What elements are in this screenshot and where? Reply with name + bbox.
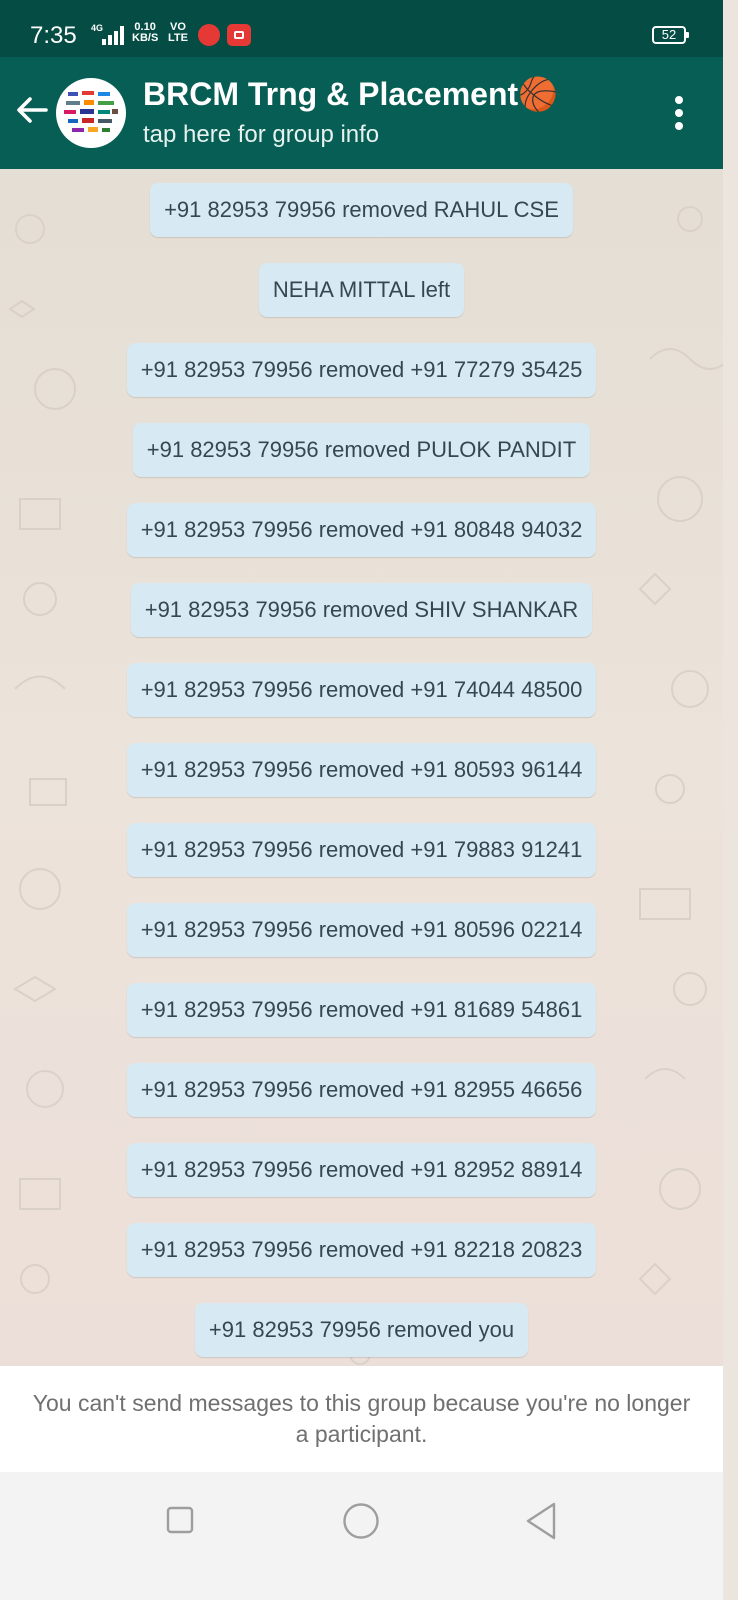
volte-bottom: LTE — [168, 32, 188, 44]
system-message: +91 82953 79956 removed SHIV SHANKAR — [130, 583, 593, 637]
speed-unit: KB/S — [132, 32, 159, 44]
group-info-subtitle[interactable]: tap here for group info — [143, 121, 379, 149]
system-message-list: +91 82953 79956 removed RAHUL CSE NEHA M… — [0, 183, 723, 1366]
home-icon[interactable] — [342, 1502, 380, 1540]
notification-app-icon — [198, 24, 220, 46]
system-message: +91 82953 79956 removed you — [194, 1303, 529, 1357]
not-participant-notice: You can't send messages to this group be… — [0, 1366, 723, 1472]
system-message: +91 82953 79956 removed +91 82218 20823 — [126, 1223, 597, 1277]
system-message: +91 82953 79956 removed +91 80593 96144 — [126, 743, 597, 797]
system-message: +91 82953 79956 removed RAHUL CSE — [150, 183, 573, 237]
more-vert-icon[interactable] — [664, 93, 694, 133]
arrow-left-icon[interactable] — [12, 90, 52, 130]
status-time: 7:35 — [30, 22, 77, 49]
system-nav-bar — [0, 1472, 723, 1600]
volte-indicator: VO LTE — [168, 22, 188, 44]
screen-recorder-icon — [227, 24, 251, 46]
system-message: +91 82953 79956 removed +91 80848 94032 — [126, 503, 597, 557]
status-bar: 7:35 4G 0.10 KB/S VO LTE 52 — [0, 0, 723, 57]
logo-collage-icon — [64, 91, 118, 132]
system-message: NEHA MITTAL left — [258, 263, 465, 317]
battery-level: 52 — [661, 27, 677, 42]
system-message: +91 82953 79956 removed +91 79883 91241 — [126, 823, 597, 877]
network-speed: 0.10 KB/S — [132, 22, 158, 44]
system-message: +91 82953 79956 removed +91 82955 46656 — [126, 1063, 597, 1117]
battery-icon: 52 — [652, 26, 689, 44]
system-message: +91 82953 79956 removed +91 74044 48500 — [126, 663, 597, 717]
network-type: 4G — [91, 23, 103, 33]
signal-strength-icon: 4G — [91, 23, 124, 45]
system-message: +91 82953 79956 removed +91 77279 35425 — [126, 343, 597, 397]
group-avatar[interactable] — [56, 78, 126, 148]
system-message: +91 82953 79956 removed PULOK PANDIT — [132, 423, 591, 477]
chat-area[interactable]: +91 82953 79956 removed RAHUL CSE NEHA M… — [0, 169, 723, 1366]
system-message: +91 82953 79956 removed +91 82952 88914 — [126, 1143, 597, 1197]
chat-header[interactable]: BRCM Trng & Placement🏀 tap here for grou… — [0, 57, 723, 169]
system-message: +91 82953 79956 removed +91 81689 54861 — [126, 983, 597, 1037]
back-triangle-icon[interactable] — [524, 1501, 558, 1541]
recents-icon[interactable] — [166, 1506, 194, 1534]
notice-text: You can't send messages to this group be… — [32, 1390, 691, 1447]
system-message: +91 82953 79956 removed +91 80596 02214 — [126, 903, 597, 957]
group-title[interactable]: BRCM Trng & Placement🏀 — [143, 75, 558, 113]
